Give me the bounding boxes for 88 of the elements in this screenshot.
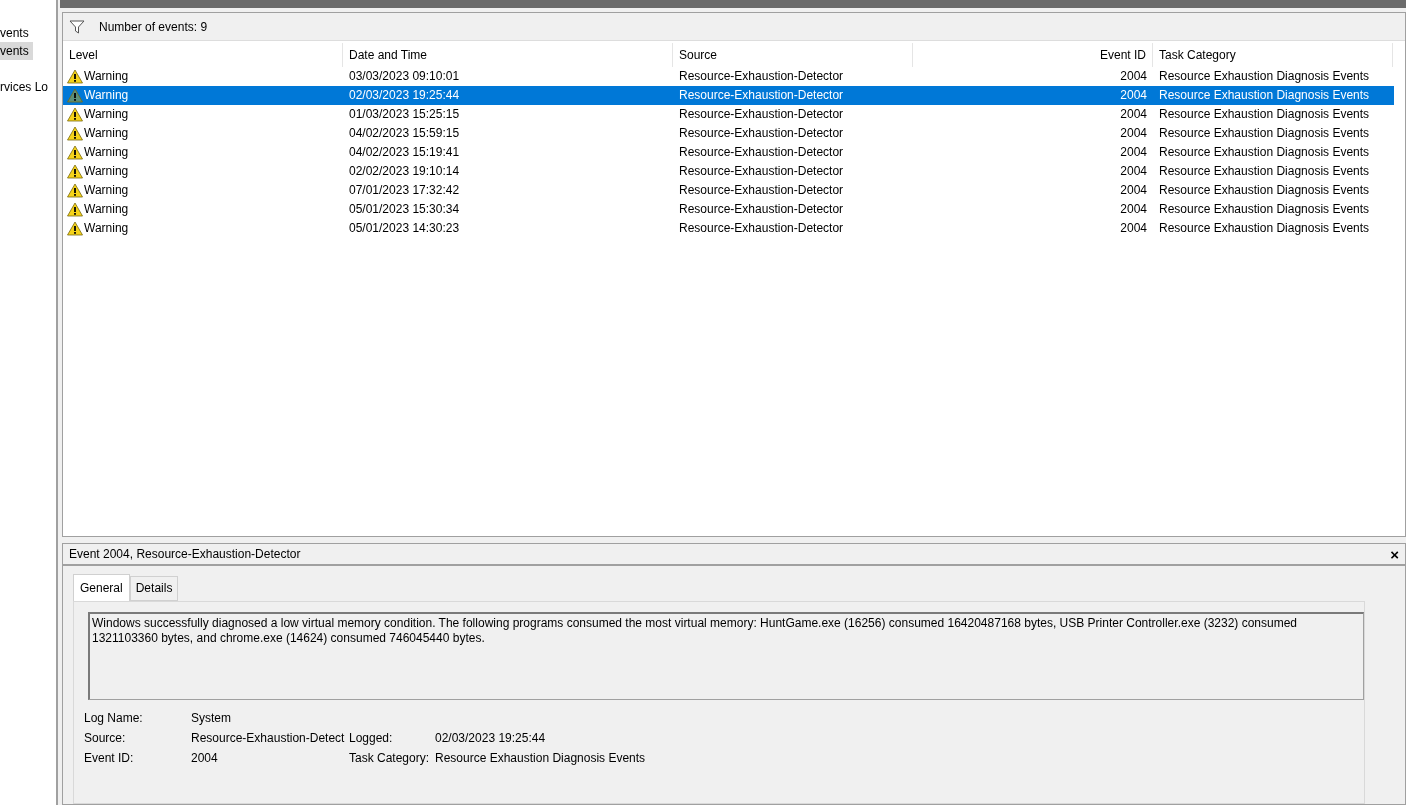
category-cell-text: Resource Exhaustion Diagnosis Events: [1158, 182, 1371, 199]
column-header[interactable]: Source: [673, 43, 913, 67]
source-cell-text: Resource-Exhaustion-Detector: [678, 201, 845, 218]
event-count: Number of events: 9: [99, 18, 208, 36]
level-text: Warning: [84, 182, 129, 199]
filter-icon[interactable]: [69, 19, 85, 34]
date-cell-text: 04/02/2023 15:59:15: [348, 125, 461, 142]
date-cell-text: 02/03/2023 19:25:44: [348, 87, 461, 104]
warning-icon: [67, 202, 83, 217]
event-row[interactable]: Warning 03/03/2023 09:10:01 Resource-Exhaustion-Detector 2004 Resource Exhaustion Diagnosis Events: [63, 67, 1394, 86]
event-title: Event 2004, Resource-Exhaustion-Detector: [69, 546, 301, 563]
field-value: System: [191, 710, 232, 726]
source-cell-text: Resource-Exhaustion-Detector: [678, 163, 845, 180]
warning-icon: [67, 107, 83, 122]
event-id-cell-text: 2004: [1119, 106, 1148, 123]
category-cell-text: Resource Exhaustion Diagnosis Events: [1158, 87, 1371, 104]
category-cell-text: Resource Exhaustion Diagnosis Events: [1158, 220, 1371, 237]
level-text: Warning: [84, 201, 129, 218]
event-row[interactable]: Warning 05/01/2023 15:30:34 Resource-Exhaustion-Detector 2004 Resource Exhaustion Diagnosis Events: [63, 200, 1394, 219]
column-header[interactable]: Level: [63, 43, 343, 67]
date-cell-text: 03/03/2023 09:10:01: [348, 68, 461, 85]
date-cell-text: 01/03/2023 15:25:15: [348, 106, 461, 123]
tab[interactable]: General: [73, 574, 130, 601]
level-text: Warning: [84, 125, 129, 142]
sidebar-item[interactable]: vents: [0, 24, 33, 42]
level-text: Warning: [84, 144, 129, 161]
field-value: Resource Exhaustion Diagnosis Events: [435, 750, 647, 766]
source-cell-text: Resource-Exhaustion-Detector: [678, 144, 845, 161]
source-cell-text: Resource-Exhaustion-Detector: [678, 182, 845, 199]
warning-icon: [67, 183, 83, 198]
date-cell-text: 07/01/2023 17:32:42: [348, 182, 461, 199]
event-id-cell-text: 2004: [1119, 201, 1148, 218]
event-row[interactable]: Warning 04/02/2023 15:59:15 Resource-Exhaustion-Detector 2004 Resource Exhaustion Diagnosis Events: [63, 124, 1394, 143]
category-cell-text: Resource Exhaustion Diagnosis Events: [1158, 125, 1371, 142]
source-cell-text: Resource-Exhaustion-Detector: [678, 68, 845, 85]
event-row[interactable]: Warning 07/01/2023 17:32:42 Resource-Exhaustion-Detector 2004 Resource Exhaustion Diagnosis Events: [63, 181, 1394, 200]
warning-icon: [67, 126, 83, 141]
level-text: Warning: [84, 106, 129, 123]
event-id-cell-text: 2004: [1119, 182, 1148, 199]
column-header[interactable]: Task Category: [1153, 43, 1393, 67]
warning-icon: [67, 221, 83, 236]
warning-icon: [67, 88, 83, 103]
event-id-cell-text: 2004: [1119, 68, 1148, 85]
event-row[interactable]: Warning 02/02/2023 19:10:14 Resource-Exhaustion-Detector 2004 Resource Exhaustion Diagnosis Events: [63, 162, 1394, 181]
event-row[interactable]: Warning 04/02/2023 15:19:41 Resource-Exhaustion-Detector 2004 Resource Exhaustion Diagnosis Events: [63, 143, 1394, 162]
tab[interactable]: Details: [129, 576, 179, 601]
column-header[interactable]: Event ID: [913, 43, 1153, 67]
field-label: Logged:: [349, 730, 394, 746]
date-cell-text: 05/01/2023 14:30:23: [348, 220, 461, 237]
level-text: Warning: [84, 220, 129, 237]
event-id-cell-text: 2004: [1119, 125, 1148, 142]
source-cell-text: Resource-Exhaustion-Detector: [678, 125, 845, 142]
event-id-cell-text: 2004: [1119, 144, 1148, 161]
category-cell-text: Resource Exhaustion Diagnosis Events: [1158, 144, 1371, 161]
source-cell-text: Resource-Exhaustion-Detector: [678, 87, 845, 104]
event-description: Windows successfully diagnosed a low virtual memory condition. The following programs consumed the most virtual memory: HuntGame.exe (16256) consumed 16420487168 bytes, USB Printer Controller.exe (3232) consumed 1321103360 bytes, and chrome.exe (14624) consumed 746045440 bytes.: [88, 612, 1364, 700]
field-value: Resource-Exhaustion-Detect: [191, 730, 346, 746]
source-cell-text: Resource-Exhaustion-Detector: [678, 220, 845, 237]
date-cell-text: 04/02/2023 15:19:41: [348, 144, 461, 161]
source-cell-text: Resource-Exhaustion-Detector: [678, 106, 845, 123]
event-row[interactable]: Warning 01/03/2023 15:25:15 Resource-Exhaustion-Detector 2004 Resource Exhaustion Diagnosis Events: [63, 105, 1394, 124]
sidebar-item[interactable]: vents: [0, 42, 33, 60]
field-label: Event ID:: [84, 750, 135, 766]
field-value: 02/03/2023 19:25:44: [435, 730, 547, 746]
event-row[interactable]: Warning 02/03/2023 19:25:44 Resource-Exhaustion-Detector 2004 Resource Exhaustion Diagnosis Events: [63, 86, 1394, 105]
warning-icon: [67, 145, 83, 160]
column-header[interactable]: Date and Time: [343, 43, 673, 67]
date-cell-text: 02/02/2023 19:10:14: [348, 163, 461, 180]
event-id-cell-text: 2004: [1119, 163, 1148, 180]
field-label: Task Category:: [349, 750, 431, 766]
category-cell-text: Resource Exhaustion Diagnosis Events: [1158, 163, 1371, 180]
field-label: Source:: [84, 730, 127, 746]
field-label: Log Name:: [84, 710, 144, 726]
category-cell-text: Resource Exhaustion Diagnosis Events: [1158, 68, 1371, 85]
category-cell-text: Resource Exhaustion Diagnosis Events: [1158, 106, 1371, 123]
event-id-cell-text: 2004: [1119, 220, 1148, 237]
field-value: 2004: [191, 750, 219, 766]
level-text: Warning: [84, 68, 129, 85]
level-text: Warning: [84, 163, 129, 180]
warning-icon: [67, 164, 83, 179]
date-cell-text: 05/01/2023 15:30:34: [348, 201, 461, 218]
event-id-cell-text: 2004: [1119, 87, 1148, 104]
sidebar-item[interactable]: rvices Lo: [0, 78, 53, 96]
warning-icon: [67, 69, 83, 84]
close-button[interactable]: ×: [1390, 546, 1399, 562]
event-row[interactable]: Warning 05/01/2023 14:30:23 Resource-Exhaustion-Detector 2004 Resource Exhaustion Diagnosis Events: [63, 219, 1394, 238]
category-cell-text: Resource Exhaustion Diagnosis Events: [1158, 201, 1371, 218]
level-text: Warning: [84, 87, 129, 104]
